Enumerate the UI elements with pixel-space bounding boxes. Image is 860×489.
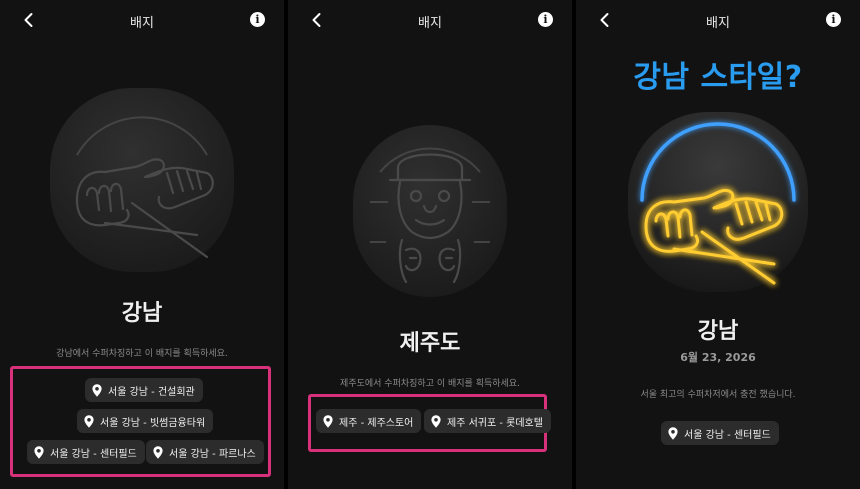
top-bar: 배지 i bbox=[288, 0, 572, 40]
location-label: 서울 강남 - 센터필드 bbox=[684, 429, 771, 441]
map-pin-icon bbox=[84, 415, 94, 428]
headline: 강남 스타일? bbox=[633, 60, 803, 95]
badge-name: 강남 bbox=[697, 319, 739, 344]
badge-name: 강남 bbox=[121, 301, 163, 326]
location-label: 서울 강남 - 센터필드 bbox=[50, 448, 137, 460]
location-chip[interactable]: 서울 강남 - 건설회관 bbox=[85, 378, 203, 402]
location-chip[interactable]: 서울 강남 - 센터필드 bbox=[27, 440, 145, 464]
earned-date: 6월 23, 2026 bbox=[680, 351, 756, 364]
badge-screen-gangnam: 배지 i 강남 강남에서 수퍼차징하고 이 배지를 획득하세요. 서울 강남 -… bbox=[0, 0, 284, 489]
top-bar: 배지 i bbox=[0, 0, 284, 40]
location-label: 서울 강남 - 파르나스 bbox=[169, 448, 256, 460]
location-chip[interactable]: 서울 강남 - 센터필드 bbox=[661, 421, 779, 445]
badge-earned-screen-gangnam: 배지 i 강남 스타일? 강남 6월 23, 2026 서울 최고의 수퍼차저에… bbox=[576, 0, 860, 489]
info-icon[interactable]: i bbox=[538, 12, 553, 27]
badge-description: 서울 최고의 수퍼차저에서 충전 했습니다. bbox=[640, 390, 796, 400]
map-pin-icon bbox=[92, 384, 102, 397]
map-pin-icon bbox=[431, 415, 441, 428]
location-chip[interactable]: 제주 서귀포 - 롯데호텔 bbox=[424, 409, 551, 433]
gangnam-badge-icon bbox=[50, 88, 234, 272]
info-icon[interactable]: i bbox=[250, 12, 265, 27]
map-pin-icon bbox=[668, 427, 678, 440]
location-label: 서울 강남 - 빗썸금융타워 bbox=[100, 417, 206, 429]
map-pin-icon bbox=[153, 446, 163, 459]
jeju-dol-hareubang-badge-icon bbox=[353, 125, 507, 297]
location-label: 서울 강남 - 건설회관 bbox=[108, 386, 195, 398]
location-chip[interactable]: 서울 강남 - 파르나스 bbox=[146, 440, 264, 464]
badge-description: 강남에서 수퍼차징하고 이 배지를 획득하세요. bbox=[56, 349, 228, 359]
map-pin-icon bbox=[34, 446, 44, 459]
location-label: 제주 - 제주스토어 bbox=[339, 417, 414, 429]
location-chip[interactable]: 서울 강남 - 빗썸금융타워 bbox=[77, 409, 214, 433]
top-bar: 배지 i bbox=[576, 0, 860, 40]
map-pin-icon bbox=[323, 415, 333, 428]
badge-description: 제주도에서 수퍼차징하고 이 배지를 획득하세요. bbox=[340, 379, 520, 389]
location-label: 제주 서귀포 - 롯데호텔 bbox=[447, 417, 543, 429]
location-chip[interactable]: 제주 - 제주스토어 bbox=[316, 409, 422, 433]
page-title: 배지 bbox=[418, 16, 442, 31]
gangnam-neon-badge-icon bbox=[628, 112, 808, 292]
info-icon[interactable]: i bbox=[826, 12, 841, 27]
page-title: 배지 bbox=[130, 16, 154, 31]
badge-screen-jeju: 배지 i 제주도 제주도에서 수퍼차징하고 이 배지를 획득하세요. 제주 - … bbox=[288, 0, 572, 489]
page-title: 배지 bbox=[706, 16, 730, 31]
badge-name: 제주도 bbox=[399, 331, 461, 356]
